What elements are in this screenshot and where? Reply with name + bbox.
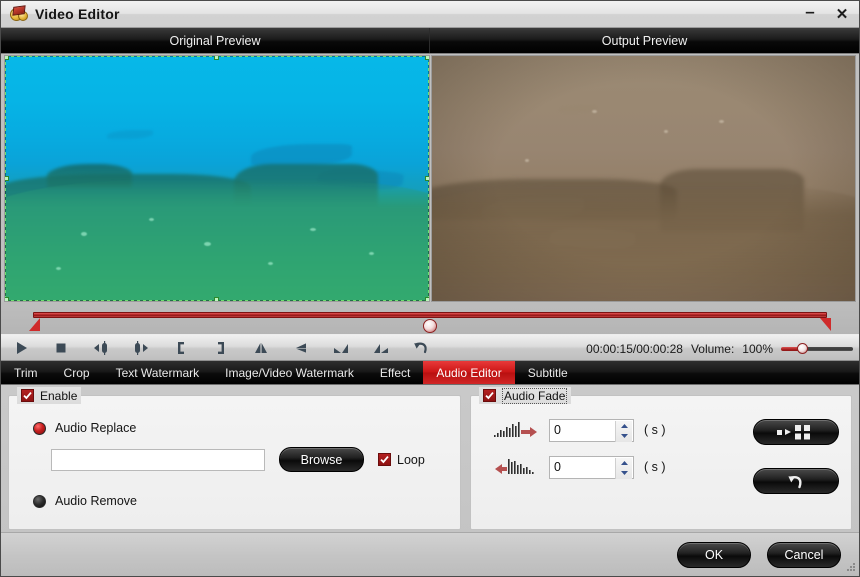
dialog-footer: OK Cancel	[1, 532, 859, 576]
fade-in-unit: ( s )	[644, 423, 666, 437]
output-preview-label: Output Preview	[601, 33, 688, 48]
editor-tab-bar: Trim Crop Text Watermark Image/Video Wat…	[1, 361, 859, 385]
stop-button[interactable]	[41, 335, 81, 361]
enable-group: Enable Audio Replace Browse Loop Audio R…	[8, 387, 461, 530]
loop-label: Loop	[397, 452, 425, 467]
next-frame-button[interactable]	[121, 335, 161, 361]
transport-right: 00:00:15/00:00:28 Volume: 100%	[586, 335, 853, 362]
video-clip-icon	[9, 4, 28, 24]
apply-to-all-icon	[777, 425, 810, 440]
tab-subtitle[interactable]: Subtitle	[515, 361, 581, 384]
audio-fade-label: Audio Fade	[502, 387, 568, 404]
resize-grip-icon[interactable]	[844, 561, 856, 573]
close-icon[interactable]: ✕	[833, 6, 851, 24]
volume-label: Volume:	[690, 341, 735, 356]
rotate-right-button[interactable]	[361, 335, 401, 361]
original-preview-label: Original Preview	[1, 28, 430, 53]
timeline-playhead[interactable]	[423, 319, 437, 333]
undo-button[interactable]	[401, 335, 441, 361]
preview-header-bar: Original Preview Output Preview	[1, 28, 859, 54]
fade-in-spinner[interactable]	[549, 418, 634, 442]
enable-legend: Enable	[17, 387, 82, 404]
audio-replace-row[interactable]: Audio Replace	[33, 421, 460, 435]
tab-text-watermark[interactable]: Text Watermark	[103, 361, 213, 384]
apply-to-all-button[interactable]	[753, 419, 839, 445]
set-end-button[interactable]	[201, 335, 241, 361]
fade-out-input[interactable]	[550, 456, 610, 478]
title-bar: Video Editor – ✕	[1, 1, 859, 28]
timeline-slider[interactable]	[1, 302, 859, 334]
enable-label: Enable	[40, 388, 78, 403]
rotate-left-button[interactable]	[321, 335, 361, 361]
playback-control-bar: 00:00:15/00:00:28 Volume: 100%	[1, 334, 859, 361]
fade-out-spinner-up[interactable]	[616, 458, 632, 469]
window-buttons: – ✕	[801, 1, 851, 28]
reset-icon	[788, 475, 802, 488]
window-title: Video Editor	[35, 6, 120, 22]
flip-vertical-button[interactable]	[241, 335, 281, 361]
volume-knob[interactable]	[796, 343, 808, 354]
fade-in-spinner-up[interactable]	[616, 421, 632, 432]
audio-fade-legend: Audio Fade	[479, 387, 572, 404]
set-start-button[interactable]	[161, 335, 201, 361]
tab-effect[interactable]: Effect	[367, 361, 423, 384]
timecode-display: 00:00:15/00:00:28	[586, 341, 683, 356]
audio-replace-path-input[interactable]	[51, 448, 265, 471]
audio-replace-radio[interactable]	[33, 421, 46, 435]
audio-remove-radio[interactable]	[33, 494, 46, 508]
fade-out-icon	[493, 455, 539, 479]
tab-crop[interactable]: Crop	[51, 361, 103, 384]
trim-end-marker[interactable]	[820, 318, 831, 331]
fade-in-spinner-down[interactable]	[616, 431, 632, 442]
audio-replace-label: Audio Replace	[55, 421, 137, 435]
minimize-button[interactable]: –	[801, 3, 819, 24]
original-preview-video[interactable]	[4, 55, 430, 302]
trim-start-marker[interactable]	[29, 318, 40, 331]
audio-fade-group: Audio Fade 0 (s) 0 (s)	[470, 387, 852, 530]
video-editor-window: Video Editor – ✕ Original Preview Output…	[0, 0, 860, 577]
audio-remove-label: Audio Remove	[55, 494, 137, 508]
fade-in-input[interactable]	[550, 419, 610, 441]
flip-horizontal-button[interactable]	[281, 335, 321, 361]
fade-in-icon	[493, 418, 539, 442]
fade-out-spinner[interactable]	[549, 455, 634, 479]
tab-trim[interactable]: Trim	[1, 361, 51, 384]
fade-out-unit: ( s )	[644, 460, 666, 474]
previous-frame-button[interactable]	[81, 335, 121, 361]
volume-value: 100%	[742, 341, 773, 356]
audio-remove-row[interactable]: Audio Remove	[33, 494, 460, 508]
enable-checkbox[interactable]	[21, 389, 34, 402]
browse-button[interactable]: Browse	[279, 447, 364, 472]
audio-fade-checkbox[interactable]	[483, 389, 496, 402]
timeline-track[interactable]	[33, 312, 827, 333]
volume-slider[interactable]	[781, 342, 853, 356]
reset-button[interactable]	[753, 468, 839, 494]
output-preview-video[interactable]	[430, 55, 856, 302]
audio-editor-panel: Enable Audio Replace Browse Loop Audio R…	[1, 385, 859, 530]
tab-image-video-watermark[interactable]: Image/Video Watermark	[212, 361, 367, 384]
play-button[interactable]	[1, 335, 41, 361]
cancel-button[interactable]: Cancel	[767, 541, 841, 568]
preview-area	[1, 54, 859, 302]
loop-checkbox[interactable]	[378, 453, 391, 466]
tab-audio-editor[interactable]: Audio Editor	[423, 361, 515, 384]
fade-out-spinner-down[interactable]	[616, 468, 632, 479]
ok-button[interactable]: OK	[677, 541, 751, 568]
